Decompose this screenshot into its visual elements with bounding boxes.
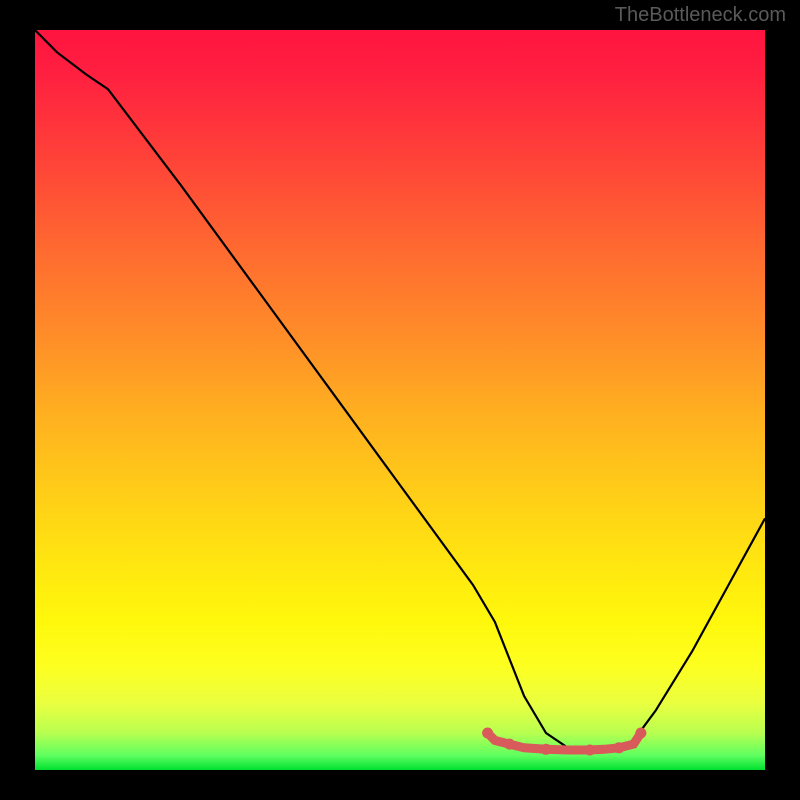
main-curve-path (35, 30, 765, 752)
marker-dot (482, 728, 493, 739)
marker-dot (541, 744, 552, 755)
marker-dot (504, 739, 515, 750)
watermark-text: TheBottleneck.com (615, 4, 786, 27)
chart-svg (35, 30, 765, 770)
marker-dot (584, 745, 595, 756)
marker-dot (614, 742, 625, 753)
marker-dot (635, 728, 646, 739)
plot-area (35, 30, 765, 770)
